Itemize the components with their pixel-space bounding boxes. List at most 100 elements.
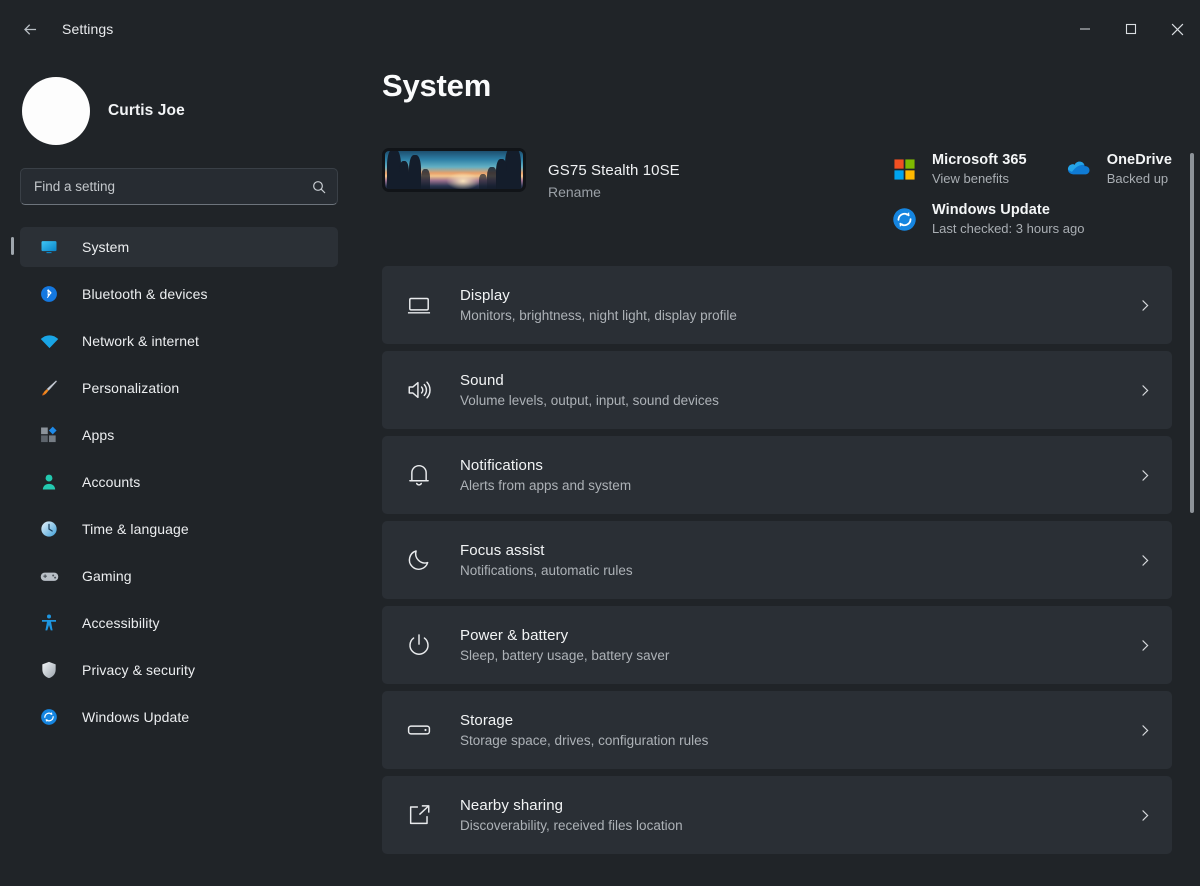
gamepad-icon [38, 565, 60, 587]
settings-row-text: Power & battery Sleep, battery usage, ba… [460, 627, 1134, 663]
settings-row-power-battery[interactable]: Power & battery Sleep, battery usage, ba… [382, 606, 1172, 684]
settings-row-sound[interactable]: Sound Volume levels, output, input, soun… [382, 351, 1172, 429]
search-box[interactable] [20, 168, 338, 205]
avatar [22, 77, 90, 145]
maximize-icon [1125, 23, 1137, 35]
sidebar-item-label: Gaming [82, 568, 132, 584]
settings-row-text: Storage Storage space, drives, configura… [460, 712, 1134, 748]
app-title: Settings [62, 21, 114, 37]
status-card-subtitle: Last checked: 3 hours ago [931, 221, 1085, 236]
accessibility-person-icon [38, 612, 60, 634]
sidebar-item-label: Accounts [82, 474, 141, 490]
chevron-right-icon [1134, 468, 1154, 483]
minimize-icon [1080, 28, 1090, 30]
settings-row-title: Power & battery [460, 627, 569, 644]
search-input[interactable] [34, 179, 311, 194]
settings-row-focus-assist[interactable]: Focus assist Notifications, automatic ru… [382, 521, 1172, 599]
bluetooth-icon [38, 283, 60, 305]
chevron-right-icon [1134, 638, 1154, 653]
settings-row-title: Display [460, 287, 510, 304]
account-person-icon [38, 471, 60, 493]
status-card-title: OneDrive [1106, 152, 1172, 168]
sidebar-nav: System Bluetooth & devices Network & int… [0, 227, 358, 737]
minimize-button[interactable] [1062, 0, 1108, 58]
device-summary: GS75 Stealth 10SE Rename Microsoft 365 V… [382, 148, 1200, 236]
settings-row-title: Storage [460, 712, 514, 729]
sidebar-item-label: Windows Update [82, 709, 190, 725]
main-content: System GS75 Stealth 10SE Rename Microsof… [358, 58, 1200, 886]
settings-row-subtitle: Storage space, drives, configuration rul… [460, 733, 709, 748]
title-bar: Settings [0, 0, 1200, 58]
maximize-button[interactable] [1108, 0, 1154, 58]
sidebar-item-gaming[interactable]: Gaming [20, 556, 338, 596]
scrollbar-thumb[interactable] [1190, 153, 1194, 513]
sidebar-item-accounts[interactable]: Accounts [20, 462, 338, 502]
settings-row-title: Focus assist [460, 542, 545, 559]
device-meta: GS75 Stealth 10SE Rename [548, 148, 680, 200]
chevron-right-icon [1134, 723, 1154, 738]
drive-icon [404, 715, 434, 745]
rename-link[interactable]: Rename [548, 184, 680, 200]
sidebar-item-apps[interactable]: Apps [20, 415, 338, 455]
clock-icon [38, 518, 60, 540]
user-profile[interactable]: Curtis Joe [0, 58, 358, 150]
sidebar-item-network-internet[interactable]: Network & internet [20, 321, 338, 361]
device-name: GS75 Stealth 10SE [548, 162, 680, 179]
window-body: Curtis Joe System [0, 58, 1200, 886]
status-card-subtitle: Backed up [1106, 171, 1169, 186]
share-icon [404, 800, 434, 830]
settings-row-subtitle: Alerts from apps and system [460, 478, 632, 493]
settings-row-nearby-sharing[interactable]: Nearby sharing Discoverability, received… [382, 776, 1172, 854]
sidebar-item-accessibility[interactable]: Accessibility [20, 603, 338, 643]
back-arrow-icon [23, 23, 36, 35]
sidebar-item-label: Accessibility [82, 615, 160, 631]
settings-row-subtitle: Monitors, brightness, night light, displ… [460, 308, 737, 323]
sidebar-item-label: System [82, 239, 130, 255]
sidebar-item-bluetooth-devices[interactable]: Bluetooth & devices [20, 274, 338, 314]
moon-icon [404, 545, 434, 575]
chevron-right-icon [1134, 808, 1154, 823]
status-card-text: OneDrive Backed up [1107, 152, 1172, 186]
sidebar-item-label: Apps [82, 427, 115, 443]
settings-row-subtitle: Sleep, battery usage, battery saver [460, 648, 670, 663]
window-controls [1062, 0, 1200, 58]
sidebar-item-windows-update[interactable]: Windows Update [20, 697, 338, 737]
apps-icon [38, 424, 60, 446]
wifi-icon [38, 330, 60, 352]
settings-row-title: Sound [460, 372, 504, 389]
settings-row-subtitle: Discoverability, received files location [460, 818, 683, 833]
speaker-icon [404, 375, 434, 405]
onedrive-cloud-icon [1065, 154, 1095, 184]
sidebar-item-label: Privacy & security [82, 662, 196, 678]
status-card-onedrive[interactable]: OneDrive Backed up [1065, 152, 1172, 186]
chevron-right-icon [1134, 298, 1154, 313]
chevron-right-icon [1134, 383, 1154, 398]
scrollbar[interactable] [1190, 58, 1194, 886]
settings-row-storage[interactable]: Storage Storage space, drives, configura… [382, 691, 1172, 769]
close-button[interactable] [1154, 0, 1200, 58]
status-card-title: Microsoft 365 [931, 152, 1027, 168]
settings-row-notifications[interactable]: Notifications Alerts from apps and syste… [382, 436, 1172, 514]
bell-icon [404, 460, 434, 490]
status-card-windows-update[interactable]: Windows Update Last checked: 3 hours ago [890, 202, 1172, 236]
status-card-text: Windows Update Last checked: 3 hours ago [932, 202, 1085, 236]
sidebar: Curtis Joe System [0, 58, 358, 886]
sidebar-item-system[interactable]: System [11, 227, 338, 267]
back-button[interactable] [8, 13, 52, 45]
sidebar-item-personalization[interactable]: Personalization [20, 368, 338, 408]
system-monitor-icon [38, 236, 60, 258]
status-card-microsoft-365[interactable]: Microsoft 365 View benefits [890, 152, 1027, 186]
settings-row-title: Nearby sharing [460, 797, 564, 814]
settings-window: Settings Curtis Joe Find a setting Syste… [0, 0, 1200, 886]
settings-row-display[interactable]: Display Monitors, brightness, night ligh… [382, 266, 1172, 344]
settings-row-text: Sound Volume levels, output, input, soun… [460, 372, 1134, 408]
chevron-right-icon [1134, 553, 1154, 568]
sidebar-item-label: Personalization [82, 380, 180, 396]
search-icon [313, 180, 326, 193]
settings-row-text: Notifications Alerts from apps and syste… [460, 457, 1134, 493]
sidebar-item-privacy-security[interactable]: Privacy & security [20, 650, 338, 690]
sidebar-item-time-language[interactable]: Time & language [20, 509, 338, 549]
paintbrush-icon [38, 377, 60, 399]
sidebar-item-label: Time & language [82, 521, 189, 537]
sidebar-item-label: Bluetooth & devices [82, 286, 208, 302]
